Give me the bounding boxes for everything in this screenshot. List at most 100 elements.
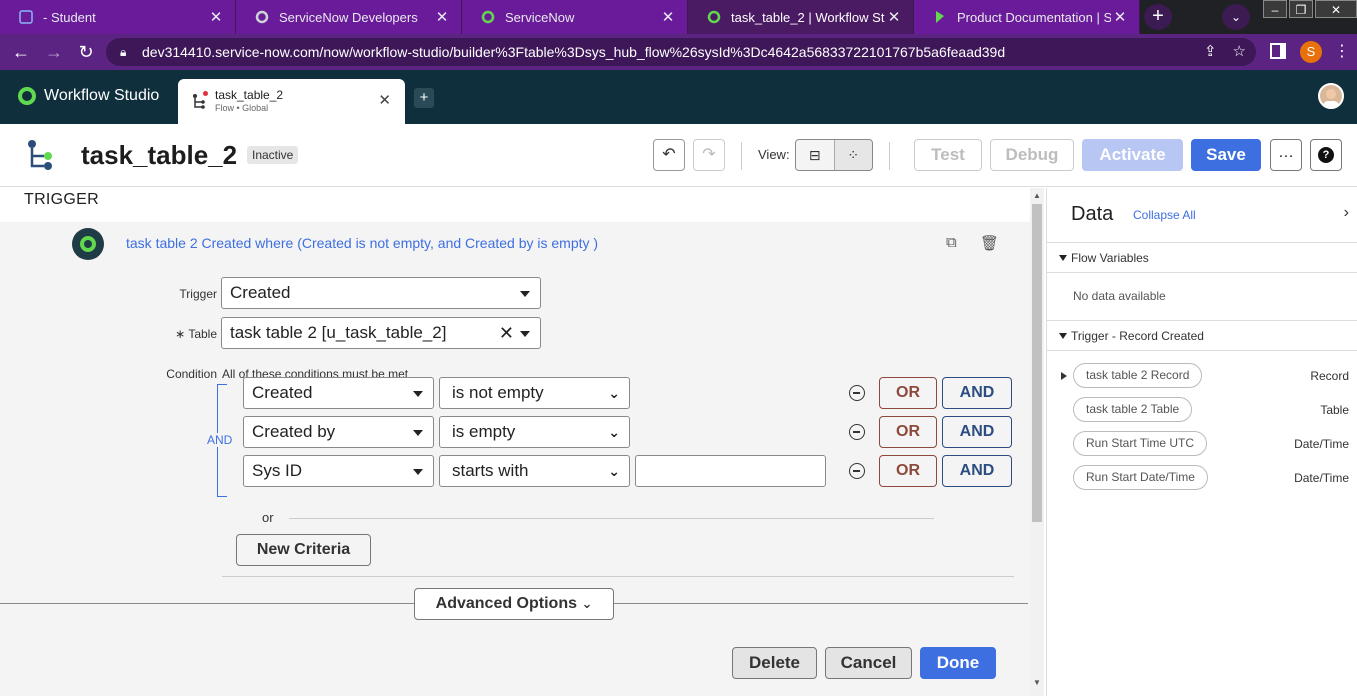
debug-button[interactable]: Debug [990,139,1074,171]
clear-icon[interactable]: ✕ [499,318,514,348]
data-pill[interactable]: Run Start Date/Time [1073,465,1208,490]
diagram-view-icon[interactable]: ⁘ [835,140,873,170]
data-pill[interactable]: Run Start Time UTC [1073,431,1208,456]
user-avatar[interactable] [1318,83,1344,109]
bookmark-star-icon[interactable]: ☆ [1233,38,1246,66]
test-button[interactable]: Test [914,139,982,171]
delete-trash-icon[interactable]: 🗑︎ [980,234,999,252]
remove-condition-icon[interactable] [849,385,865,401]
scroll-up-icon[interactable]: ▲ [1033,191,1041,200]
more-options-button[interactable]: … [1270,139,1302,171]
trigger-record-label: Trigger - Record Created [1071,329,1204,343]
trigger-record-section[interactable]: Trigger - Record Created [1047,320,1357,351]
tab-search-chevron-icon[interactable]: ⌄ [1222,4,1250,30]
done-button[interactable]: Done [920,647,996,679]
remove-condition-icon[interactable] [849,424,865,440]
trigger-card: task table 2 Created where (Created is n… [0,222,1030,696]
tab-close-icon[interactable]: ✕ [207,8,225,26]
copy-icon[interactable]: ⧉ [946,234,957,251]
activate-button[interactable]: Activate [1082,139,1183,171]
table-field-label: ∗ Table [175,327,217,341]
url-text: dev314410.service-now.com/now/workflow-s… [142,44,1006,60]
browser-tab[interactable]: ServiceNow ✕ [462,0,688,34]
condition-field-dropdown[interactable]: Sys ID [243,455,434,487]
collapse-all-link[interactable]: Collapse All [1133,208,1196,222]
expand-caret-icon[interactable] [1061,372,1067,380]
no-data-text: No data available [1073,289,1166,303]
tab-close-icon[interactable]: ✕ [1111,8,1129,26]
add-tab-button[interactable]: + [414,88,434,108]
reload-icon[interactable]: ↻ [74,42,98,62]
condition-operator-select[interactable]: is empty ⌄ [439,416,630,448]
list-view-icon[interactable]: ⊟ [796,140,835,170]
undo-button[interactable]: ↶ [653,139,685,171]
new-tab-button[interactable]: + [1144,4,1172,30]
browser-tab[interactable]: Product Documentation | Serv ✕ [914,0,1140,34]
canvas-scrollbar[interactable]: ▲ ▼ [1030,188,1044,696]
condition-field-dropdown[interactable]: Created [243,377,434,409]
close-window-icon[interactable]: ✕ [1315,0,1357,18]
restore-icon[interactable]: ❐ [1289,0,1313,18]
delete-button[interactable]: Delete [732,647,817,679]
tab-close-icon[interactable]: ✕ [885,8,903,26]
browser-tab[interactable]: - Student ✕ [0,0,236,34]
cancel-button[interactable]: Cancel [825,647,912,679]
save-button[interactable]: Save [1191,139,1261,171]
flow-tab[interactable]: task_table_2 Flow • Global ✕ [178,79,405,124]
remove-condition-icon[interactable] [849,463,865,479]
chevron-down-icon: ⌄ [608,424,620,440]
condition-field-value: Created [252,383,313,402]
tab-close-icon[interactable]: ✕ [433,8,451,26]
back-icon[interactable]: ← [9,42,33,62]
trigger-type-dropdown[interactable]: Created [221,277,541,309]
advanced-options-button[interactable]: Advanced Options ⌄ [414,588,614,620]
view-toggle: ⊟ ⁘ [795,139,873,171]
chevron-right-icon[interactable]: › [1344,204,1349,222]
browser-tab-active[interactable]: task_table_2 | Workflow Studio ✕ [688,0,914,34]
side-panel-icon[interactable] [1270,43,1286,59]
condition-field-dropdown[interactable]: Created by [243,416,434,448]
chevron-down-icon: ⌄ [581,596,593,611]
and-button[interactable]: AND [942,455,1012,487]
redo-button[interactable]: ↷ [693,139,725,171]
minimize-icon[interactable]: – [1263,0,1287,18]
and-button[interactable]: AND [942,416,1012,448]
servicenow-favicon-icon [480,9,496,25]
new-criteria-button[interactable]: New Criteria [236,534,371,566]
scroll-thumb[interactable] [1032,204,1042,522]
or-button[interactable]: OR [879,455,937,487]
tab-title: Product Documentation | Serv [957,9,1111,25]
condition-value-input[interactable] [635,455,826,487]
workflow-studio-brand[interactable]: Workflow Studio [18,87,159,105]
caret-down-icon [1059,333,1067,339]
condition-operator-select[interactable]: starts with ⌄ [439,455,630,487]
data-pill-type: Date/Time [1294,437,1349,451]
tab-close-icon[interactable]: ✕ [659,8,677,26]
app-favicon-icon [18,9,34,25]
condition-operator-select[interactable]: is not empty ⌄ [439,377,630,409]
caret-down-icon [520,331,530,337]
share-icon[interactable]: ⇪ [1204,38,1217,66]
url-input[interactable]: 🔒︎ dev314410.service-now.com/now/workflo… [106,38,1256,66]
and-button[interactable]: AND [942,377,1012,409]
or-button[interactable]: OR [879,416,937,448]
profile-avatar[interactable]: S [1300,41,1322,63]
scroll-down-icon[interactable]: ▼ [1033,678,1041,687]
condition-operator-value: starts with [452,461,529,480]
close-tab-icon[interactable]: ✕ [378,91,391,109]
browser-tab[interactable]: ServiceNow Developers ✕ [236,0,462,34]
or-button[interactable]: OR [879,377,937,409]
servicenow-logo-icon [18,87,36,105]
flow-variables-section[interactable]: Flow Variables [1047,242,1357,273]
divider [741,142,742,170]
browser-menu-icon[interactable]: ⋮ [1334,42,1350,62]
forward-icon[interactable]: → [42,42,66,62]
table-reference-dropdown[interactable]: task table 2 [u_task_table_2] ✕ [221,317,541,349]
flow-toolbar: task_table_2 Inactive ↶ ↷ View: ⊟ ⁘ Test… [0,124,1357,187]
data-panel-title: Data [1071,203,1114,225]
divider [222,576,1014,577]
trigger-summary[interactable]: task table 2 Created where (Created is n… [126,235,598,251]
help-button[interactable]: ? [1310,139,1342,171]
data-pill[interactable]: task table 2 Record [1073,363,1203,388]
data-pill[interactable]: task table 2 Table [1073,397,1193,422]
